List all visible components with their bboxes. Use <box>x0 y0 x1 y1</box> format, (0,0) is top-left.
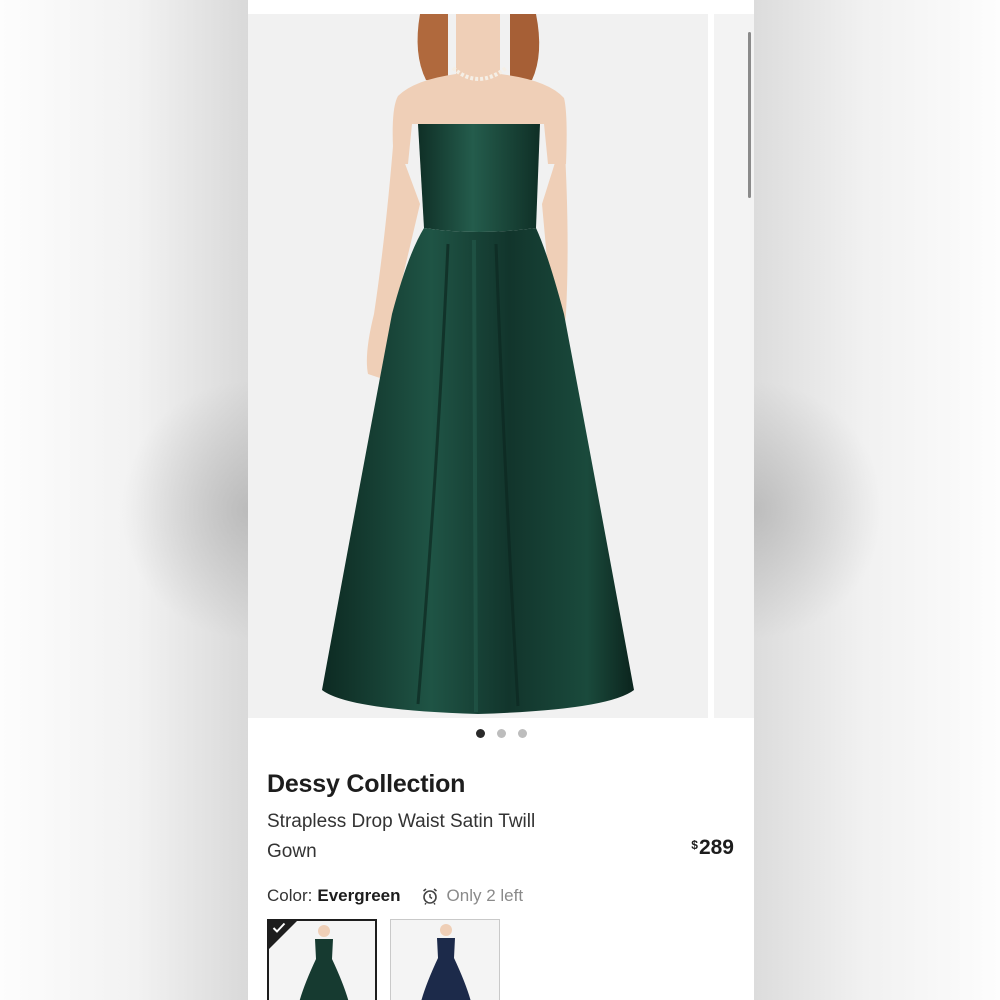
color-swatch-evergreen[interactable] <box>267 919 377 1000</box>
swatch-thumbnail-navy <box>391 920 499 1000</box>
pagination-dot-1[interactable] <box>476 729 485 738</box>
brand-name[interactable]: Dessy Collection <box>267 770 465 799</box>
pagination-dot-3[interactable] <box>518 729 527 738</box>
checkmark-icon <box>272 922 286 933</box>
gallery-slide-main[interactable] <box>248 14 708 718</box>
background-blur-left <box>0 0 248 1000</box>
product-title: Strapless Drop Waist Satin Twill Gown <box>267 811 536 862</box>
color-label: Color: <box>267 886 313 905</box>
stock-indicator: Only 2 left <box>421 886 524 906</box>
scrollbar-thumb[interactable] <box>748 32 751 198</box>
product-price: $289 <box>691 836 734 860</box>
color-selection-row: Color: Evergreen Only 2 left <box>267 886 523 906</box>
selected-color-name: Evergreen <box>317 886 401 905</box>
price-amount: 289 <box>698 836 734 859</box>
top-strip <box>248 0 754 14</box>
background-blur-right <box>754 0 1000 1000</box>
currency-symbol: $ <box>691 838 698 852</box>
color-swatch-navy[interactable] <box>390 919 500 1000</box>
pagination-dot-2[interactable] <box>497 729 506 738</box>
gallery-pagination <box>476 729 527 739</box>
alarm-clock-icon <box>422 888 437 905</box>
product-photo <box>322 14 634 714</box>
product-page: Dessy Collection Strapless Drop Waist Sa… <box>248 0 754 1000</box>
image-gallery[interactable] <box>248 14 754 718</box>
stock-text: Only 2 left <box>446 886 524 905</box>
